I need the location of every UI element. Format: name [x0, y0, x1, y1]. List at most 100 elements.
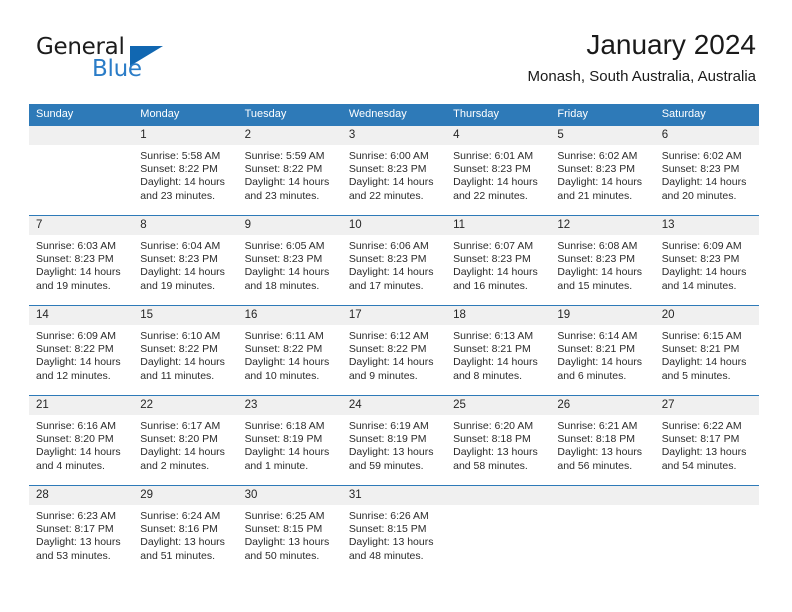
day-cell[interactable]: Sunrise: 6:02 AM Sunset: 8:23 PM Dayligh… [655, 145, 759, 215]
day-cell[interactable]: Sunrise: 6:17 AM Sunset: 8:20 PM Dayligh… [133, 415, 237, 485]
day-cell[interactable]: Sunrise: 6:00 AM Sunset: 8:23 PM Dayligh… [342, 145, 446, 215]
day-cell[interactable] [550, 505, 654, 575]
sunset-text: Sunset: 8:23 PM [557, 163, 636, 176]
day-cell[interactable]: Sunrise: 6:19 AM Sunset: 8:19 PM Dayligh… [342, 415, 446, 485]
weekday-header-saturday: Saturday [661, 108, 706, 120]
sunset-text: Sunset: 8:22 PM [348, 343, 427, 356]
day-number[interactable]: 9 [238, 216, 342, 235]
day-number[interactable] [29, 126, 133, 145]
day-number[interactable]: 3 [342, 126, 446, 145]
sunrise-text: Sunrise: 6:05 AM [244, 240, 325, 252]
day-number[interactable]: 29 [133, 486, 237, 505]
day-cell[interactable]: Sunrise: 6:15 AM Sunset: 8:21 PM Dayligh… [655, 325, 759, 395]
day-number[interactable]: 30 [238, 486, 342, 505]
day-cell[interactable]: Sunrise: 6:22 AM Sunset: 8:17 PM Dayligh… [655, 415, 759, 485]
day-cell[interactable]: Sunrise: 6:18 AM Sunset: 8:19 PM Dayligh… [238, 415, 342, 485]
day-number[interactable]: 12 [550, 216, 654, 235]
weekday-header-monday: Monday [140, 108, 180, 120]
day-number[interactable]: 24 [342, 396, 446, 415]
sunset-text: Sunset: 8:16 PM [140, 523, 218, 536]
day-cell[interactable]: Sunrise: 5:59 AM Sunset: 8:22 PM Dayligh… [238, 145, 342, 215]
day-cell[interactable]: Sunrise: 5:58 AM Sunset: 8:22 PM Dayligh… [133, 145, 237, 215]
day-number[interactable]: 17 [342, 306, 446, 325]
sunset-text: Sunset: 8:23 PM [661, 253, 740, 266]
day-number[interactable]: 21 [29, 396, 133, 415]
day-cell[interactable]: Sunrise: 6:23 AM Sunset: 8:17 PM Dayligh… [29, 505, 133, 575]
day-cell[interactable]: Sunrise: 6:04 AM Sunset: 8:23 PM Dayligh… [133, 235, 237, 305]
day-cell[interactable]: Sunrise: 6:24 AM Sunset: 8:16 PM Dayligh… [133, 505, 237, 575]
day-cell[interactable] [29, 145, 133, 215]
day-cell[interactable]: Sunrise: 6:16 AM Sunset: 8:20 PM Dayligh… [29, 415, 133, 485]
day-cell[interactable]: Sunrise: 6:10 AM Sunset: 8:22 PM Dayligh… [133, 325, 237, 395]
day-cell[interactable]: Sunrise: 6:06 AM Sunset: 8:23 PM Dayligh… [342, 235, 446, 305]
day-number[interactable]: 23 [238, 396, 342, 415]
sunset-text: Sunset: 8:22 PM [140, 343, 218, 356]
day-cell[interactable]: Sunrise: 6:20 AM Sunset: 8:18 PM Dayligh… [446, 415, 550, 485]
day-cell[interactable]: Sunrise: 6:05 AM Sunset: 8:23 PM Dayligh… [238, 235, 342, 305]
day-cell[interactable]: Sunrise: 6:09 AM Sunset: 8:22 PM Dayligh… [29, 325, 133, 395]
day-cell[interactable]: Sunrise: 6:25 AM Sunset: 8:15 PM Dayligh… [238, 505, 342, 575]
sunset-text: Sunset: 8:21 PM [557, 343, 636, 356]
day-number[interactable]: 15 [133, 306, 237, 325]
day-cell[interactable]: Sunrise: 6:21 AM Sunset: 8:18 PM Dayligh… [550, 415, 654, 485]
day-cell[interactable]: Sunrise: 6:07 AM Sunset: 8:23 PM Dayligh… [446, 235, 550, 305]
week-date-numbers: 21 22 23 24 25 26 27 [29, 396, 759, 415]
day-number[interactable] [446, 486, 550, 505]
day-number[interactable]: 28 [29, 486, 133, 505]
day-cell[interactable]: Sunrise: 6:02 AM Sunset: 8:23 PM Dayligh… [550, 145, 654, 215]
day-number[interactable]: 18 [446, 306, 550, 325]
day-number[interactable]: 16 [238, 306, 342, 325]
week-date-numbers: 28 29 30 31 [29, 486, 759, 505]
day-number[interactable]: 2 [238, 126, 342, 145]
daylight-text-line2: and 4 minutes. [36, 459, 105, 472]
daylight-text-line1: Daylight: 14 hours [557, 356, 643, 369]
daylight-text-line2: and 10 minutes. [244, 369, 320, 382]
day-cell[interactable]: Sunrise: 6:12 AM Sunset: 8:22 PM Dayligh… [342, 325, 446, 395]
day-number[interactable]: 20 [655, 306, 759, 325]
sunrise-text: Sunrise: 6:01 AM [453, 150, 534, 162]
daylight-text-line1: Daylight: 14 hours [661, 176, 747, 189]
day-number[interactable]: 27 [655, 396, 759, 415]
day-cell[interactable]: Sunrise: 6:13 AM Sunset: 8:21 PM Dayligh… [446, 325, 550, 395]
day-number[interactable]: 11 [446, 216, 550, 235]
day-cell[interactable]: Sunrise: 6:01 AM Sunset: 8:23 PM Dayligh… [446, 145, 550, 215]
day-number[interactable]: 26 [550, 396, 654, 415]
day-cell[interactable]: Sunrise: 6:09 AM Sunset: 8:23 PM Dayligh… [655, 235, 759, 305]
day-number[interactable]: 6 [655, 126, 759, 145]
sunset-text: Sunset: 8:20 PM [36, 433, 114, 446]
day-cell[interactable]: Sunrise: 6:14 AM Sunset: 8:21 PM Dayligh… [550, 325, 654, 395]
day-number[interactable]: 31 [342, 486, 446, 505]
day-number[interactable]: 8 [133, 216, 237, 235]
brand-logo[interactable]: General Blue [36, 36, 236, 86]
day-number[interactable] [655, 486, 759, 505]
day-number[interactable]: 4 [446, 126, 550, 145]
daylight-text-line2: and 58 minutes. [453, 459, 528, 472]
day-number[interactable]: 13 [655, 216, 759, 235]
day-number[interactable]: 10 [342, 216, 446, 235]
sunrise-text: Sunrise: 6:07 AM [453, 240, 534, 252]
sunrise-text: Sunrise: 6:08 AM [557, 240, 638, 252]
day-number[interactable] [550, 486, 654, 505]
day-cell[interactable]: Sunrise: 6:11 AM Sunset: 8:22 PM Dayligh… [238, 325, 342, 395]
sunset-text: Sunset: 8:23 PM [348, 163, 427, 176]
sunrise-text: Sunrise: 6:19 AM [348, 420, 429, 432]
sunset-text: Sunset: 8:21 PM [661, 343, 740, 356]
day-number[interactable]: 1 [133, 126, 237, 145]
sunrise-text: Sunrise: 6:09 AM [661, 240, 742, 252]
day-cell[interactable] [655, 505, 759, 575]
day-cell[interactable] [446, 505, 550, 575]
day-number[interactable]: 7 [29, 216, 133, 235]
day-number[interactable]: 19 [550, 306, 654, 325]
day-number[interactable]: 22 [133, 396, 237, 415]
daylight-text-line2: and 9 minutes. [348, 369, 418, 382]
sunrise-text: Sunrise: 6:15 AM [661, 330, 742, 342]
daylight-text-line2: and 1 minute. [244, 459, 309, 472]
daylight-text-line2: and 19 minutes. [140, 279, 215, 292]
day-cell[interactable]: Sunrise: 6:08 AM Sunset: 8:23 PM Dayligh… [550, 235, 654, 305]
day-cell[interactable]: Sunrise: 6:03 AM Sunset: 8:23 PM Dayligh… [29, 235, 133, 305]
day-number[interactable]: 25 [446, 396, 550, 415]
daylight-text-line1: Daylight: 13 hours [661, 446, 747, 459]
day-number[interactable]: 5 [550, 126, 654, 145]
day-cell[interactable]: Sunrise: 6:26 AM Sunset: 8:15 PM Dayligh… [342, 505, 446, 575]
day-number[interactable]: 14 [29, 306, 133, 325]
